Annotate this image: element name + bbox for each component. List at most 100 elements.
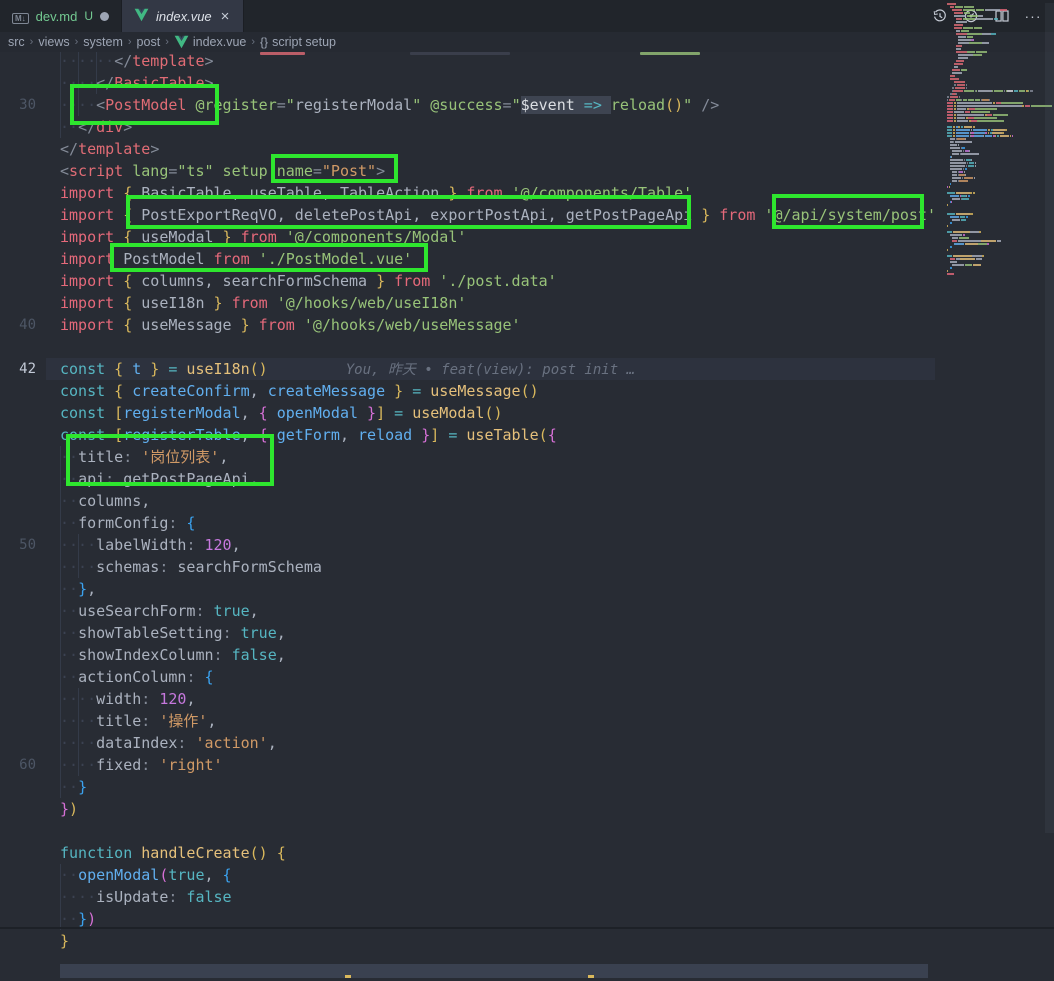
token-id: showTableSetting (78, 624, 223, 642)
code-line-65[interactable]: ··openModal(true, { (60, 864, 232, 886)
selected-line-bar[interactable] (60, 964, 928, 978)
code-line-36[interactable]: import { useModal } from '@/components/M… (60, 226, 466, 248)
breadcrumb-item-views[interactable]: views (38, 35, 69, 49)
code-line-58[interactable]: ····title: '操作', (60, 710, 216, 732)
token-b1: { (105, 360, 123, 378)
token-b1: { (114, 294, 132, 312)
code-line-30[interactable]: ····<PostModel @register="registerModal"… (60, 94, 719, 116)
token-selop: => (575, 96, 611, 114)
code-line-51[interactable]: ····schemas: searchFormSchema (60, 556, 322, 578)
token-b1: [ (105, 404, 123, 422)
token-b1: ( (539, 426, 548, 444)
token-id: schemas (96, 558, 159, 576)
clipped-line-fragment (588, 975, 594, 978)
token-id: PostExportReqVO, deletePostApi, exportPo… (132, 206, 692, 224)
token-id: , (250, 382, 259, 400)
token-ws: ·· (60, 580, 78, 598)
code-line-42[interactable]: const { t } = useI18n()You, 昨天 • feat(vi… (60, 358, 635, 380)
token-id: , (141, 492, 150, 510)
code-line-53[interactable]: ··useSearchForm: true, (60, 600, 259, 622)
token-b3: { (214, 866, 232, 884)
code-line-48[interactable]: ··columns, (60, 490, 150, 512)
token-id: columns, searchFormSchema (132, 272, 367, 290)
dirty-indicator-icon[interactable] (100, 12, 109, 21)
code-line-52[interactable]: ··}, (60, 578, 96, 600)
token-pun: </ (60, 140, 78, 158)
code-line-56[interactable]: ··actionColumn: { (60, 666, 214, 688)
token-id: , (87, 580, 96, 598)
git-blame-annotation: You, 昨天 • feat(view): post init … (346, 362, 635, 378)
breadcrumb-item-src[interactable]: src (8, 35, 25, 49)
code-editor[interactable]: ······</template>····</BasicTable>30····… (0, 52, 1054, 981)
code-line-31[interactable]: ··</div> (60, 116, 132, 138)
code-line-37[interactable]: import PostModel from './PostModel.vue' (60, 248, 412, 270)
code-line-66[interactable]: ····isUpdate: false (60, 886, 232, 908)
line-number: 50 (0, 534, 36, 556)
code-line-43[interactable]: const { createConfirm, createMessage } =… (60, 380, 539, 402)
code-line-60[interactable]: ····fixed: 'right' (60, 754, 223, 776)
minimap[interactable] (935, 3, 1045, 923)
code-line-33[interactable]: <script lang="ts" setup name="Post"> (60, 160, 385, 182)
code-line-55[interactable]: ··showIndexColumn: false, (60, 644, 286, 666)
token-b1: { (114, 184, 132, 202)
breadcrumb-separator: › (128, 36, 132, 48)
code-line-39[interactable]: import { useI18n } from '@/hooks/web/use… (60, 292, 466, 314)
code-line-59[interactable]: ····dataIndex: 'action', (60, 732, 277, 754)
breadcrumb-item-post[interactable]: post (137, 35, 161, 49)
code-line-64[interactable]: function handleCreate() { (60, 842, 286, 864)
code-line-32[interactable]: </template> (60, 138, 159, 160)
code-line-54[interactable]: ··showTableSetting: true, (60, 622, 286, 644)
token-sel: $event (521, 96, 575, 114)
token-pun: : (141, 712, 150, 730)
token-id: PostModel (114, 250, 204, 268)
token-b1: ] (430, 426, 439, 444)
token-b1: [ (105, 426, 123, 444)
token-ws: ·· (60, 118, 78, 136)
code-line-57[interactable]: ····width: 120, (60, 688, 195, 710)
breadcrumb-item-index.vue[interactable]: index.vue (174, 35, 247, 49)
tab-dev.md[interactable]: M↓dev.mdU (0, 0, 122, 32)
code-line-47[interactable]: ··api: getPostPageApi, (60, 468, 259, 490)
token-strg: '@/components/Modal' (277, 228, 467, 246)
token-b1: () (484, 404, 502, 422)
token-b1: { (105, 382, 123, 400)
token-bool: false (177, 888, 231, 906)
code-line-61[interactable]: ··} (60, 776, 87, 798)
code-line-45[interactable]: const [registerTable, { getForm, reload … (60, 424, 557, 446)
code-line-50[interactable]: ····labelWidth: 120, (60, 534, 241, 556)
token-strg: './PostModel.vue' (250, 250, 413, 268)
breadcrumb-separator: › (30, 36, 34, 48)
code-line-46[interactable]: ··title: '岗位列表', (60, 446, 228, 468)
code-line-44[interactable]: const [registerModal, { openModal }] = u… (60, 402, 503, 424)
tab-index.vue[interactable]: index.vue× (122, 0, 244, 32)
code-line-40[interactable]: import { useMessage } from '@/hooks/web/… (60, 314, 521, 336)
code-line-62[interactable]: }) (60, 798, 78, 820)
token-id: actionColumn (78, 668, 186, 686)
token-fn: useModal (403, 404, 484, 422)
code-line-35[interactable]: import { PostExportReqVO, deletePostApi,… (60, 204, 936, 226)
token-kw: import (60, 228, 114, 246)
token-b1: { (114, 316, 132, 334)
token-b2: } (358, 404, 376, 422)
token-kw2: const (60, 360, 105, 378)
code-line-68[interactable]: } (60, 930, 69, 952)
token-b3: } (78, 778, 87, 796)
code-line-28[interactable]: ······</template> (60, 52, 214, 72)
code-line-49[interactable]: ··formConfig: { (60, 512, 195, 534)
token-pun: : (105, 470, 114, 488)
close-icon[interactable]: × (219, 8, 232, 25)
token-var: openModal (268, 404, 358, 422)
token-b1: } (60, 932, 69, 950)
token-ws: ·· (60, 646, 78, 664)
tab-bar: M↓dev.mdUindex.vue× ··· (0, 0, 1054, 32)
code-line-34[interactable]: import { BasicTable, useTable, TableActi… (60, 182, 692, 204)
token-pun: : (195, 602, 204, 620)
token-pun: : (123, 448, 132, 466)
code-line-38[interactable]: import { columns, searchFormSchema } fro… (60, 270, 557, 292)
token-var: createMessage (259, 382, 385, 400)
token-b2: ) (87, 910, 96, 928)
breadcrumb-item-script-setup[interactable]: {}script setup (260, 35, 336, 49)
vertical-scrollbar[interactable] (1045, 3, 1054, 833)
code-line-29[interactable]: ····</BasicTable> (60, 72, 214, 94)
breadcrumb-item-system[interactable]: system (83, 35, 123, 49)
